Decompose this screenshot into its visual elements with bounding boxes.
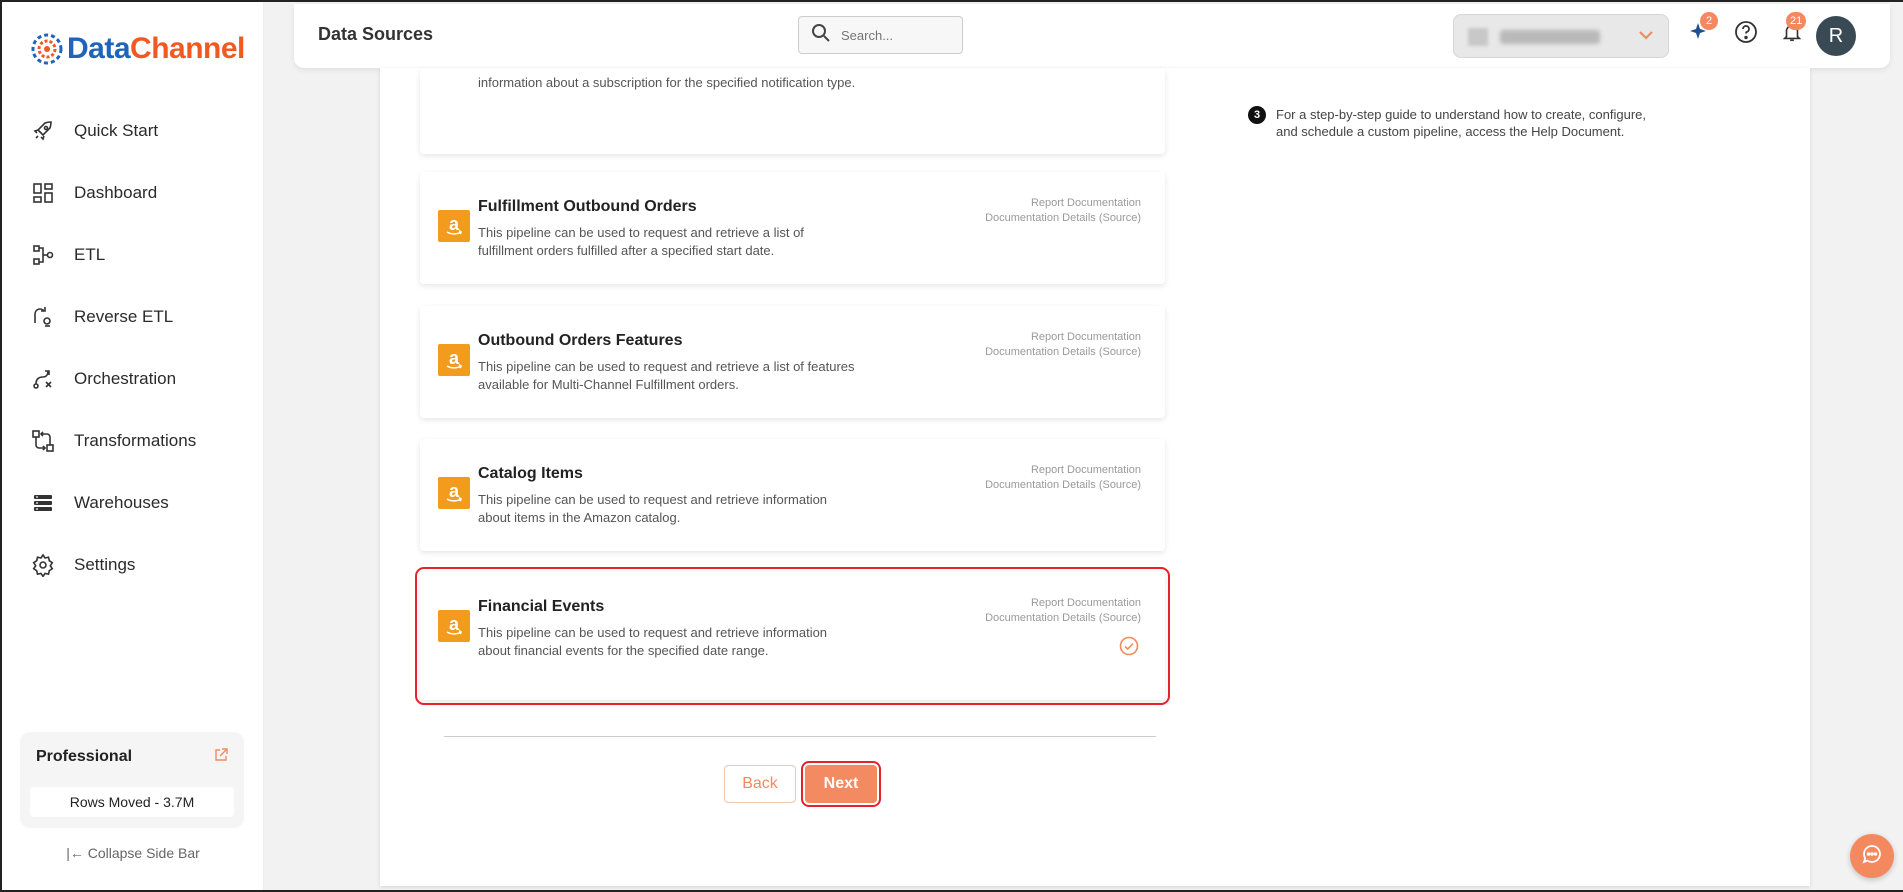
amazon-icon: a xyxy=(438,610,470,642)
sidebar-item-orchestration[interactable]: Orchestration xyxy=(2,348,264,410)
help-step-text: For a step-by-step guide to understand h… xyxy=(1276,107,1646,139)
back-button[interactable]: Back xyxy=(724,765,796,803)
pipeline-title: Outbound Orders Features xyxy=(478,332,683,349)
help-circle-icon xyxy=(1734,20,1758,49)
sidebar-item-dashboard[interactable]: Dashboard xyxy=(2,162,264,224)
pipeline-card-financial-events[interactable]: a Financial Events This pipeline can be … xyxy=(415,567,1170,705)
datachannel-logo[interactable]: DataChannel xyxy=(30,32,245,66)
sidebar-nav: Quick Start Dashboard ETL Reverse ETL Or… xyxy=(2,100,264,596)
doc-links: Report Documentation Documentation Detai… xyxy=(985,596,1141,626)
chat-icon xyxy=(1860,842,1884,871)
workspace-icon xyxy=(1468,28,1488,46)
pipeline-card-outbound-orders-features[interactable]: a Outbound Orders Features This pipeline… xyxy=(420,306,1165,418)
report-documentation-link[interactable]: Report Documentation xyxy=(985,196,1141,211)
etl-icon xyxy=(28,240,58,270)
brand-part-2: Channel xyxy=(130,32,245,65)
pipeline-desc: information about a subscription for the… xyxy=(478,75,856,90)
amazon-icon: a xyxy=(438,210,470,242)
pipeline-title: Catalog Items xyxy=(478,465,583,482)
sidebar-item-etl[interactable]: ETL xyxy=(2,224,264,286)
help-step: 3 For a step-by-step guide to understand… xyxy=(1248,106,1668,140)
sidebar-item-label: Reverse ETL xyxy=(74,307,174,326)
search-input[interactable] xyxy=(841,27,951,43)
datachannel-logo-icon xyxy=(30,32,64,66)
workspace-selector[interactable] xyxy=(1453,14,1669,58)
rocket-icon xyxy=(28,116,58,146)
sparkle-badge: 2 xyxy=(1700,12,1718,30)
pipeline-title: Fulfillment Outbound Orders xyxy=(478,198,697,215)
warehouses-icon xyxy=(28,488,58,518)
svg-text:a: a xyxy=(449,214,460,234)
sidebar-item-label: ETL xyxy=(74,245,106,264)
workspace-name-blurred xyxy=(1500,30,1600,44)
dashboard-icon xyxy=(28,178,58,208)
doc-links: Report Documentation Documentation Detai… xyxy=(985,330,1141,360)
chat-support-button[interactable] xyxy=(1850,834,1894,878)
rows-moved: Rows Moved - 3.7M xyxy=(30,787,234,817)
plan-title: Professional xyxy=(36,748,133,765)
svg-text:a: a xyxy=(449,348,460,368)
sidebar-item-label: Settings xyxy=(74,555,136,574)
sidebar-item-label: Transformations xyxy=(74,431,197,450)
notification-badge: 21 xyxy=(1786,12,1807,30)
ai-sparkle-button[interactable]: 2 xyxy=(1686,12,1718,48)
gear-icon xyxy=(28,550,58,580)
pipeline-card-fulfillment-outbound-orders[interactable]: a Fulfillment Outbound Orders This pipel… xyxy=(420,172,1165,284)
help-button[interactable] xyxy=(1732,20,1760,48)
orchestration-icon xyxy=(28,364,58,394)
sidebar-item-transformations[interactable]: Transformations xyxy=(2,410,264,472)
divider xyxy=(444,736,1156,737)
sidebar: DataChannel Quick Start Dashboard ETL Re… xyxy=(2,2,264,890)
pipeline-card-catalog-items[interactable]: a Catalog Items This pipeline can be use… xyxy=(420,439,1165,551)
sidebar-item-warehouses[interactable]: Warehouses xyxy=(2,472,264,534)
pipeline-desc: This pipeline can be used to request and… xyxy=(478,359,855,392)
collapse-sidebar-button[interactable]: |← Collapse Side Bar xyxy=(2,845,264,861)
svg-text:a: a xyxy=(449,481,460,501)
external-link-icon[interactable] xyxy=(214,748,228,767)
reverse-etl-icon xyxy=(28,302,58,332)
pipeline-desc: This pipeline can be used to request and… xyxy=(478,625,828,658)
pipeline-desc: This pipeline can be used to request and… xyxy=(478,225,804,258)
documentation-details-link[interactable]: Documentation Details (Source) xyxy=(985,211,1141,226)
doc-links: Report Documentation Documentation Detai… xyxy=(985,463,1141,493)
amazon-icon: a xyxy=(438,477,470,509)
step-number: 3 xyxy=(1248,106,1266,124)
search-box[interactable] xyxy=(798,16,963,54)
sidebar-item-label: Dashboard xyxy=(74,183,158,202)
sidebar-item-reverse-etl[interactable]: Reverse ETL xyxy=(2,286,264,348)
sidebar-item-label: Warehouses xyxy=(74,493,169,512)
report-documentation-link[interactable]: Report Documentation xyxy=(985,463,1141,478)
search-icon xyxy=(811,23,831,48)
documentation-details-link[interactable]: Documentation Details (Source) xyxy=(985,478,1141,493)
documentation-details-link[interactable]: Documentation Details (Source) xyxy=(985,611,1141,626)
notifications-button[interactable]: 21 xyxy=(1778,12,1807,48)
plan-box: Professional Rows Moved - 3.7M xyxy=(20,732,244,828)
page-title: Data Sources xyxy=(318,24,434,44)
topbar: Data Sources 2 21 R xyxy=(294,4,1890,68)
brand-name: DataChannel xyxy=(67,32,245,66)
pipeline-card-partial[interactable]: information about a subscription for the… xyxy=(420,68,1165,154)
sidebar-item-label: Quick Start xyxy=(74,121,159,140)
pipeline-title: Financial Events xyxy=(478,598,605,615)
transformations-icon xyxy=(28,426,58,456)
brand-part-1: Data xyxy=(67,32,131,65)
svg-text:a: a xyxy=(449,614,460,634)
report-documentation-link[interactable]: Report Documentation xyxy=(985,330,1141,345)
amazon-icon: a xyxy=(438,344,470,376)
doc-links: Report Documentation Documentation Detai… xyxy=(985,196,1141,226)
report-documentation-link[interactable]: Report Documentation xyxy=(985,596,1141,611)
sidebar-item-label: Orchestration xyxy=(74,369,177,388)
chevron-down-icon xyxy=(1636,25,1656,50)
avatar[interactable]: R xyxy=(1816,16,1856,56)
next-button[interactable]: Next xyxy=(801,761,881,807)
sidebar-item-quick-start[interactable]: Quick Start xyxy=(2,100,264,162)
documentation-details-link[interactable]: Documentation Details (Source) xyxy=(985,345,1141,360)
sidebar-item-settings[interactable]: Settings xyxy=(2,534,264,596)
pipeline-desc: This pipeline can be used to request and… xyxy=(478,492,828,525)
check-circle-icon xyxy=(1119,636,1139,661)
